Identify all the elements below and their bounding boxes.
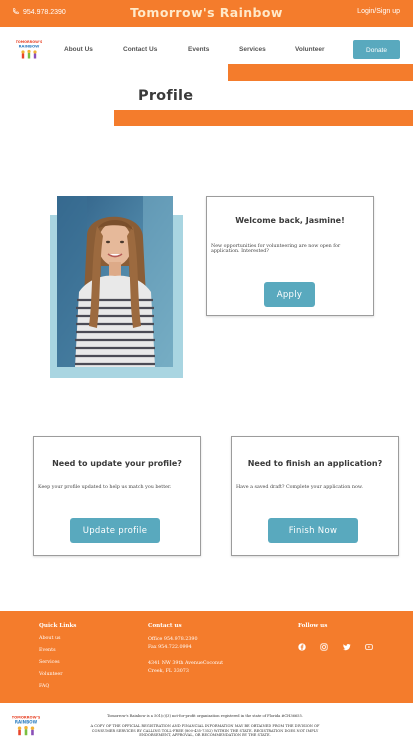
decorative-bar-bottom — [114, 110, 413, 126]
svg-text:RAINBOW: RAINBOW — [15, 719, 38, 724]
nav-volunteer[interactable]: Volunteer — [295, 46, 325, 53]
nav-services[interactable]: Services — [239, 46, 266, 53]
welcome-title: Welcome back, Jasmine! — [235, 216, 345, 225]
nav-events[interactable]: Events — [188, 46, 209, 53]
finish-application-title: Need to finish an application? — [247, 459, 383, 468]
twitter-icon[interactable] — [343, 636, 351, 651]
footer-logo[interactable]: TOMORROW'S RAINBOW — [12, 712, 41, 738]
contact-heading: Contact us — [148, 623, 182, 629]
footer-link-about[interactable]: About us — [39, 636, 61, 641]
footer-link-services[interactable]: Services — [39, 660, 60, 665]
finish-application-card: Need to finish an application? Have a sa… — [231, 436, 399, 556]
profile-photo — [57, 196, 173, 367]
nav-about-us[interactable]: About Us — [64, 46, 93, 53]
instagram-icon[interactable] — [320, 636, 328, 651]
address-line-1: 4341 NW 39th AvenueCoconut — [148, 661, 224, 666]
update-profile-button[interactable]: Update profile — [70, 518, 160, 543]
apply-button[interactable]: Apply — [264, 282, 315, 307]
top-bar: 954.978.2390 Tomorrow's Rainbow Login/Si… — [0, 0, 413, 27]
youtube-icon[interactable] — [365, 636, 373, 650]
footer-link-faq[interactable]: FAQ — [39, 684, 49, 689]
brand-title: Tomorrow's Rainbow — [130, 5, 283, 20]
update-profile-card: Need to update your profile? Keep your p… — [33, 436, 201, 556]
footer: Quick Links About us Events Services Vol… — [0, 611, 413, 703]
page-title: Profile — [138, 88, 194, 104]
follow-heading: Follow us — [298, 623, 328, 629]
legal-registration: Tomorrow's Rainbow is a 501(c)(3) not-fo… — [107, 714, 303, 718]
welcome-card: Welcome back, Jasmine! New opportunities… — [206, 196, 374, 316]
decorative-bar-top — [228, 64, 413, 81]
update-profile-title: Need to update your profile? — [52, 459, 182, 468]
legal-disclaimer-3: ENDORSEMENT, APPROVAL, OR RECOMMENDATION… — [139, 733, 271, 737]
footer-link-events[interactable]: Events — [39, 648, 56, 653]
office-phone: Office 954.978.2390 — [148, 637, 198, 642]
donate-button[interactable]: Donate — [353, 40, 400, 59]
finish-application-text: Have a saved draft? Complete your applic… — [236, 485, 363, 490]
fax-number: Fax 954.722.0994 — [148, 645, 192, 650]
update-profile-text: Keep your profile updated to help us mat… — [38, 485, 172, 490]
site-logo[interactable]: TOMORROW'S RAINBOW — [16, 37, 43, 61]
address-line-2: Creek, FL 33073 — [148, 669, 189, 674]
login-signup-link[interactable]: Login/Sign up — [357, 8, 400, 15]
welcome-text: New opportunities for volunteering are n… — [211, 244, 341, 254]
finish-now-button[interactable]: Finish Now — [268, 518, 358, 543]
facebook-icon[interactable] — [298, 636, 306, 651]
nav-contact-us[interactable]: Contact Us — [123, 46, 157, 53]
svg-text:RAINBOW: RAINBOW — [19, 44, 41, 49]
quick-links-heading: Quick Links — [39, 623, 77, 629]
footer-link-volunteer[interactable]: Volunteer — [39, 672, 63, 677]
